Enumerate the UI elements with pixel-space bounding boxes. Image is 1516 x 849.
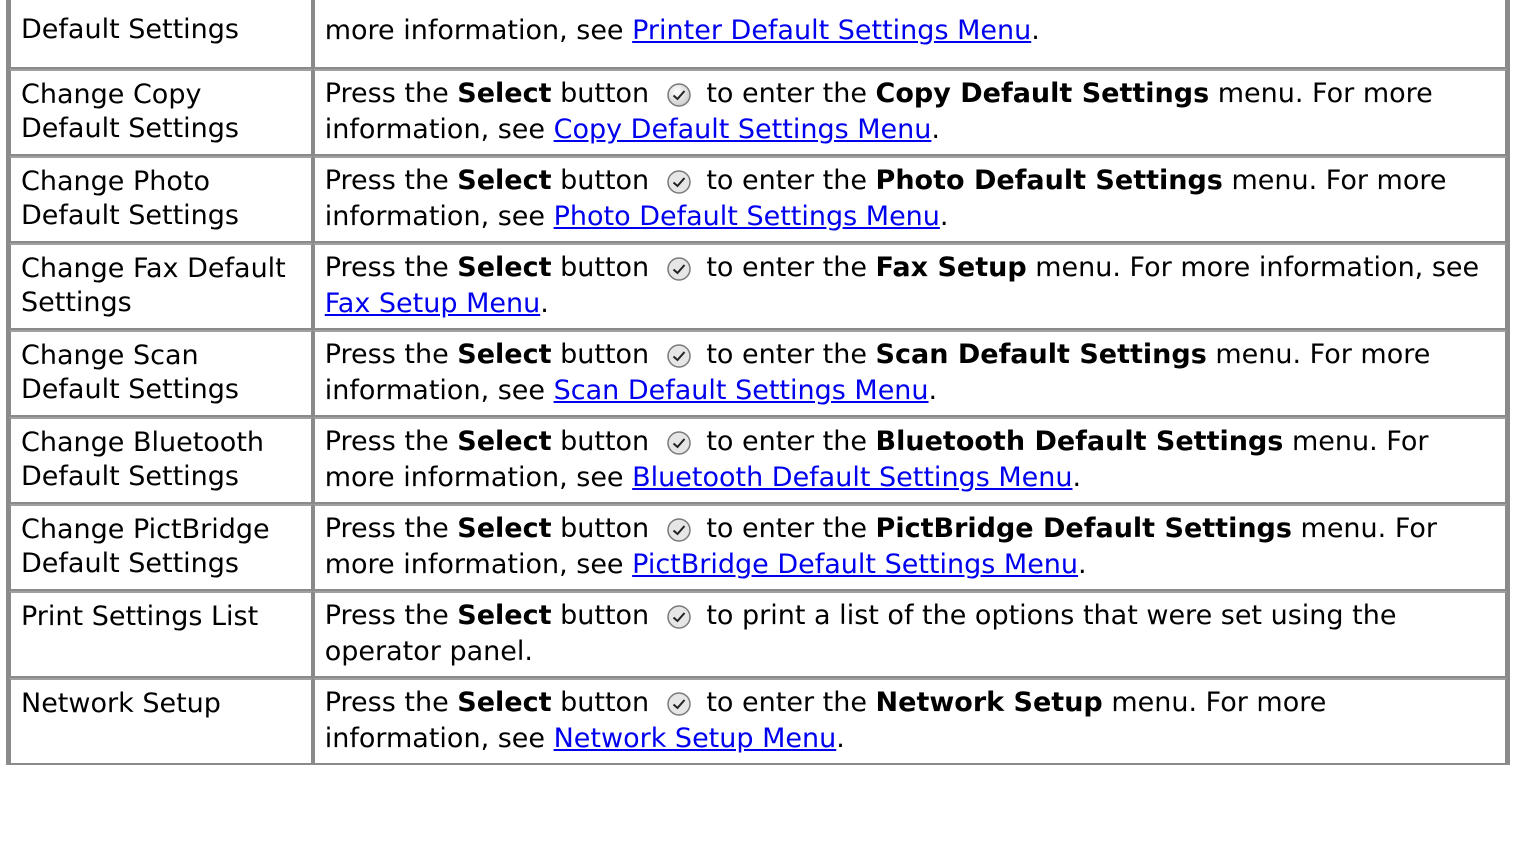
description-text: to enter the xyxy=(697,165,876,196)
description-tail: . xyxy=(836,723,845,754)
photo-default-settings-menu-link[interactable]: Photo Default Settings Menu xyxy=(554,201,940,232)
description-tail: . xyxy=(540,288,549,319)
description-text: Press the xyxy=(324,252,458,283)
select-button-label: Select xyxy=(457,165,552,196)
setting-name: Print Settings List xyxy=(9,591,313,678)
description-tail: . xyxy=(1078,549,1087,580)
description-tail: . xyxy=(931,114,940,145)
setting-description: Press the Select button to enter the Cop… xyxy=(312,69,1507,156)
settings-table-container: Default Settings more information, see P… xyxy=(6,0,1510,765)
description-text: more information, see xyxy=(324,15,633,46)
setting-name: Network Setup xyxy=(9,678,313,765)
menu-name: Bluetooth Default Settings xyxy=(875,426,1284,457)
setting-name: Change Scan Default Settings xyxy=(9,330,313,417)
setting-description: Press the Select button to print a list … xyxy=(312,591,1507,678)
network-setup-menu-link[interactable]: Network Setup Menu xyxy=(554,723,837,754)
bluetooth-default-settings-menu-link[interactable]: Bluetooth Default Settings Menu xyxy=(632,462,1072,493)
select-checkmark-icon xyxy=(666,343,692,369)
description-text: button xyxy=(551,600,658,631)
select-checkmark-icon xyxy=(666,604,692,630)
setting-description: Press the Select button to enter the Net… xyxy=(312,678,1507,765)
description-text: Press the xyxy=(324,600,458,631)
menu-name: Network Setup xyxy=(875,687,1103,718)
select-button-label: Select xyxy=(457,426,552,457)
setting-description: Press the Select button to enter the Pho… xyxy=(312,156,1507,243)
description-text: to enter the xyxy=(697,339,876,370)
menu-name: PictBridge Default Settings xyxy=(875,513,1292,544)
table-row: Change Copy Default Settings Press the S… xyxy=(9,69,1507,156)
table-row: Change Fax Default Settings Press the Se… xyxy=(9,243,1507,330)
description-text: button xyxy=(551,339,658,370)
description-text: button xyxy=(551,426,658,457)
setting-description: Press the Select button to enter the Pic… xyxy=(312,504,1507,591)
setting-description: Press the Select button to enter the Blu… xyxy=(312,417,1507,504)
description-text: button xyxy=(551,78,658,109)
description-text: Press the xyxy=(324,513,458,544)
select-button-label: Select xyxy=(457,339,552,370)
setting-name: Change Photo Default Settings xyxy=(9,156,313,243)
description-tail: . xyxy=(928,375,938,406)
table-row: Default Settings more information, see P… xyxy=(9,0,1507,69)
select-button-label: Select xyxy=(457,513,552,544)
setting-name: Change PictBridge Default Settings xyxy=(9,504,313,591)
menu-name: Photo Default Settings xyxy=(875,165,1223,196)
scan-default-settings-menu-link[interactable]: Scan Default Settings Menu xyxy=(554,375,929,406)
description-text: button xyxy=(551,687,658,718)
setting-description: more information, see Printer Default Se… xyxy=(312,0,1507,69)
setting-name: Change Copy Default Settings xyxy=(9,69,313,156)
select-checkmark-icon xyxy=(666,169,692,195)
menu-name: Scan Default Settings xyxy=(875,339,1207,370)
setting-name: Default Settings xyxy=(9,0,313,69)
setting-name: Change Fax Default Settings xyxy=(9,243,313,330)
description-text: Press the xyxy=(324,78,458,109)
select-button-label: Select xyxy=(457,252,552,283)
description-text: to enter the xyxy=(697,687,876,718)
printer-default-settings-menu-link[interactable]: Printer Default Settings Menu xyxy=(632,15,1031,46)
table-row: Print Settings List Press the Select but… xyxy=(9,591,1507,678)
description-text: to enter the xyxy=(697,426,876,457)
description-text: Press the xyxy=(324,687,458,718)
select-checkmark-icon xyxy=(666,517,692,543)
copy-default-settings-menu-link[interactable]: Copy Default Settings Menu xyxy=(554,114,932,145)
description-text: Press the xyxy=(324,165,458,196)
select-button-label: Select xyxy=(457,687,552,718)
description-text: to enter the xyxy=(697,513,876,544)
description-tail: . xyxy=(939,201,949,232)
setting-description: Press the Select button to enter the Sca… xyxy=(312,330,1507,417)
select-checkmark-icon xyxy=(666,691,692,717)
select-checkmark-icon xyxy=(666,82,692,108)
pictbridge-default-settings-menu-link[interactable]: PictBridge Default Settings Menu xyxy=(632,549,1078,580)
description-text: menu. For more information, see xyxy=(1026,252,1480,283)
select-button-label: Select xyxy=(457,600,552,631)
setting-description: Press the Select button to enter the Fax… xyxy=(312,243,1507,330)
table-row: Change PictBridge Default Settings Press… xyxy=(9,504,1507,591)
description-text: button xyxy=(551,165,658,196)
table-row: Change Scan Default Settings Press the S… xyxy=(9,330,1507,417)
fax-setup-menu-link[interactable]: Fax Setup Menu xyxy=(325,288,540,319)
description-text: to enter the xyxy=(697,252,876,283)
settings-table: Default Settings more information, see P… xyxy=(6,0,1510,765)
table-row: Change Bluetooth Default Settings Press … xyxy=(9,417,1507,504)
select-button-label: Select xyxy=(457,78,552,109)
select-checkmark-icon xyxy=(666,256,692,282)
setting-name: Change Bluetooth Default Settings xyxy=(9,417,313,504)
description-text: to enter the xyxy=(697,78,876,109)
menu-name: Copy Default Settings xyxy=(875,78,1210,109)
description-tail: . xyxy=(1031,15,1040,46)
table-row: Change Photo Default Settings Press the … xyxy=(9,156,1507,243)
description-text: Press the xyxy=(324,339,458,370)
table-row: Network Setup Press the Select button to… xyxy=(9,678,1507,765)
description-text: Press the xyxy=(324,426,458,457)
description-tail: . xyxy=(1072,462,1082,493)
description-text: button xyxy=(551,252,658,283)
select-checkmark-icon xyxy=(666,430,692,456)
menu-name: Fax Setup xyxy=(875,252,1027,283)
description-text: button xyxy=(551,513,658,544)
